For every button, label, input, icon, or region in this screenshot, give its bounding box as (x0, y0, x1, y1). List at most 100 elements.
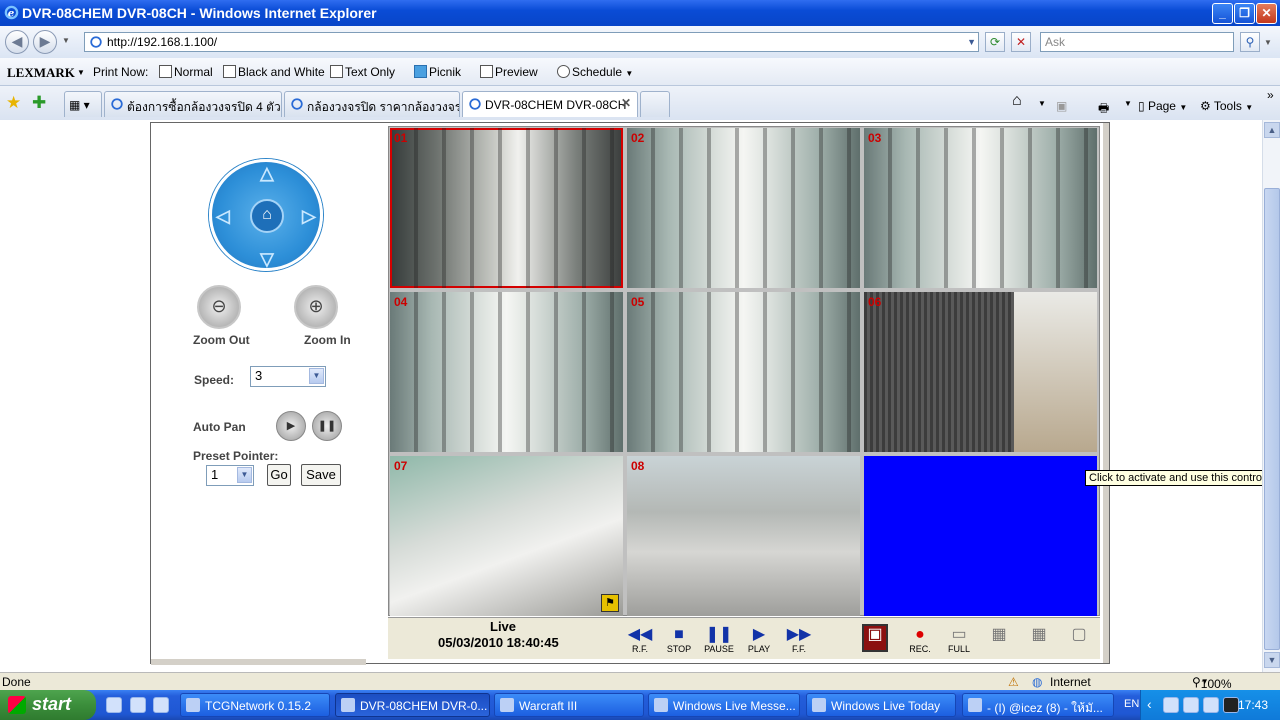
scroll-thumb[interactable] (1264, 188, 1280, 650)
lexmark-logo[interactable]: LEXMARK (7, 65, 75, 81)
stop-button[interactable]: ✕ (1011, 32, 1031, 52)
lexmark-dropdown-icon[interactable]: ▼ (77, 68, 85, 77)
new-tab-button[interactable] (640, 91, 670, 117)
messenger-tray-icon[interactable] (1163, 697, 1179, 713)
refresh-button[interactable]: ⟳ (985, 32, 1005, 52)
speed-select[interactable]: 3 ▼ (250, 366, 326, 387)
camera-view-02[interactable]: 02 (627, 128, 860, 288)
fast-forward-button[interactable]: ▶▶ F.F. (782, 626, 816, 654)
save-preset-button[interactable]: Save (301, 464, 341, 486)
zoom-in-button[interactable]: ⊕ (294, 285, 338, 329)
tab-2[interactable]: กล้องวงจรปิด ราคากล้องวงจรปิด (284, 91, 460, 117)
monitor-tray-icon[interactable] (1223, 697, 1239, 713)
camera-view-empty[interactable] (864, 456, 1097, 616)
history-dropdown-icon[interactable]: ▼ (62, 36, 70, 45)
auto-pan-label: Auto Pan (193, 420, 246, 434)
back-button[interactable]: ◀ (5, 30, 29, 54)
taskbar-item-chat[interactable]: - (I) @icez (8) - ให้มั... (962, 693, 1114, 717)
tab-3-active[interactable]: DVR-08CHEM DVR-08CH ✕ (462, 91, 638, 117)
scroll-up-icon[interactable]: ▲ (1264, 122, 1280, 138)
taskbar-item-live-today[interactable]: Windows Live Today (806, 693, 956, 717)
more-commands-icon[interactable]: » (1267, 88, 1274, 102)
zoom-level[interactable]: ⚲ 100% ▼ (1192, 675, 1232, 691)
save-recording-button[interactable]: ▣ (862, 624, 888, 652)
vertical-scrollbar[interactable]: ▲ ▼ (1262, 120, 1280, 672)
add-favorite-icon[interactable]: ✚ (32, 93, 46, 113)
camera-view-08[interactable]: 08 (627, 456, 860, 616)
taskbar-item-messenger[interactable]: Windows Live Messe... (648, 693, 800, 717)
search-input[interactable]: Ask (1040, 32, 1234, 52)
media-player-icon[interactable] (153, 697, 169, 713)
zoom-out-button[interactable]: ⊖ (197, 285, 241, 329)
taskbar-item-ie[interactable]: DVR-08CHEM DVR-0... (335, 693, 490, 717)
page-menu[interactable]: ▯ Page ▼ (1138, 99, 1187, 113)
address-dropdown-icon[interactable]: ▼ (967, 33, 976, 51)
ptz-right-icon[interactable]: ▷ (302, 207, 316, 225)
camera-view-06[interactable]: 06 (864, 292, 1097, 452)
feeds-icon[interactable]: ▣ (1056, 99, 1067, 113)
chat-icon (968, 698, 982, 712)
taskbar-item-tcgnetwork[interactable]: TCGNetwork 0.15.2 (180, 693, 330, 717)
favorites-star-icon[interactable]: ★ (6, 93, 21, 113)
close-button[interactable]: ✕ (1256, 3, 1277, 24)
minimize-button[interactable]: _ (1212, 3, 1233, 24)
fullscreen-button[interactable]: ▭ FULL (942, 626, 976, 654)
home-dropdown-icon[interactable]: ▼ (1038, 99, 1046, 108)
forward-button[interactable]: ▶ (33, 30, 57, 54)
scroll-down-icon[interactable]: ▼ (1264, 652, 1280, 668)
play-playback-button[interactable]: ▶ PLAY (742, 626, 776, 654)
camera-view-03[interactable]: 03 (864, 128, 1097, 288)
layout-16-button[interactable]: ▦ (982, 626, 1016, 644)
quick-tabs-button[interactable]: ▦ ▾ (64, 91, 102, 117)
camera-view-04[interactable]: 04 (390, 292, 623, 452)
preset-select[interactable]: 1 ▼ (206, 465, 254, 486)
ptz-home-icon[interactable]: ⌂ (250, 199, 284, 233)
record-button[interactable]: ● REC. (903, 626, 937, 654)
tray-expand-icon[interactable]: ‹ (1147, 696, 1152, 712)
tab-1[interactable]: ต้องการซื้อกล้องวงจรปิด 4 ตัว ... (104, 91, 282, 117)
schedule-button[interactable]: Schedule ▼ (557, 65, 633, 79)
zoom-in-label: Zoom In (304, 333, 351, 347)
ptz-left-icon[interactable]: ◁ (216, 207, 230, 225)
camera-number: 04 (394, 295, 408, 309)
print-dropdown-icon[interactable]: ▼ (1124, 99, 1132, 108)
language-indicator[interactable]: EN (1124, 698, 1139, 710)
camera-view-05[interactable]: 05 (627, 292, 860, 452)
restore-button[interactable]: ❐ (1234, 3, 1255, 24)
auto-pan-play-button[interactable]: ▶ (276, 411, 306, 441)
ptz-joystick[interactable]: △ ▽ ◁ ▷ ⌂ (209, 159, 323, 271)
go-button[interactable]: Go (267, 464, 291, 486)
taskbar-item-warcraft[interactable]: Warcraft III (494, 693, 644, 717)
print-bw-button[interactable]: Black and White (223, 65, 325, 79)
start-button[interactable]: start (0, 690, 96, 720)
search-options-icon[interactable]: ▼ (1264, 38, 1272, 47)
volume-tray-icon[interactable] (1203, 697, 1219, 713)
picnik-button[interactable]: Picnik (414, 65, 461, 79)
home-icon[interactable]: ⌂ (1012, 92, 1022, 110)
page-icon (90, 36, 102, 48)
layout-1-button[interactable]: ▢ (1062, 626, 1096, 644)
stop-playback-button[interactable]: ■ STOP (662, 626, 696, 654)
ptz-down-icon[interactable]: ▽ (260, 250, 274, 268)
security-warning-icon[interactable]: ⚠ (1008, 675, 1019, 689)
rewind-button[interactable]: ◀◀ R.F. (623, 626, 657, 654)
tools-menu[interactable]: ⚙ Tools ▼ (1200, 99, 1253, 113)
search-icon[interactable]: ⚲ (1240, 32, 1260, 52)
ptz-up-icon[interactable]: △ (260, 164, 274, 182)
close-tab-icon[interactable]: ✕ (621, 96, 631, 110)
camera-view-07[interactable]: 07 ⚑ (390, 456, 623, 616)
print-icon[interactable]: 🖶 (1098, 99, 1109, 120)
show-desktop-icon[interactable] (106, 697, 122, 713)
camera-view-01[interactable]: 01 (390, 128, 623, 288)
layout-9-button[interactable]: ▦ (1022, 626, 1056, 644)
ie-quicklaunch-icon[interactable] (130, 697, 146, 713)
address-input[interactable]: http://192.168.1.100/ ▼ (84, 32, 979, 52)
pause-playback-button[interactable]: ❚❚ PAUSE (702, 626, 736, 654)
preview-button[interactable]: Preview (480, 65, 538, 79)
auto-pan-pause-button[interactable]: ❚❚ (312, 411, 342, 441)
print-normal-button[interactable]: Normal (159, 65, 213, 79)
network-tray-icon[interactable] (1183, 697, 1199, 713)
print-text-only-button[interactable]: Text Only (330, 65, 395, 79)
preview-label: Preview (495, 65, 538, 79)
taskbar-item-label: Warcraft III (519, 699, 578, 713)
